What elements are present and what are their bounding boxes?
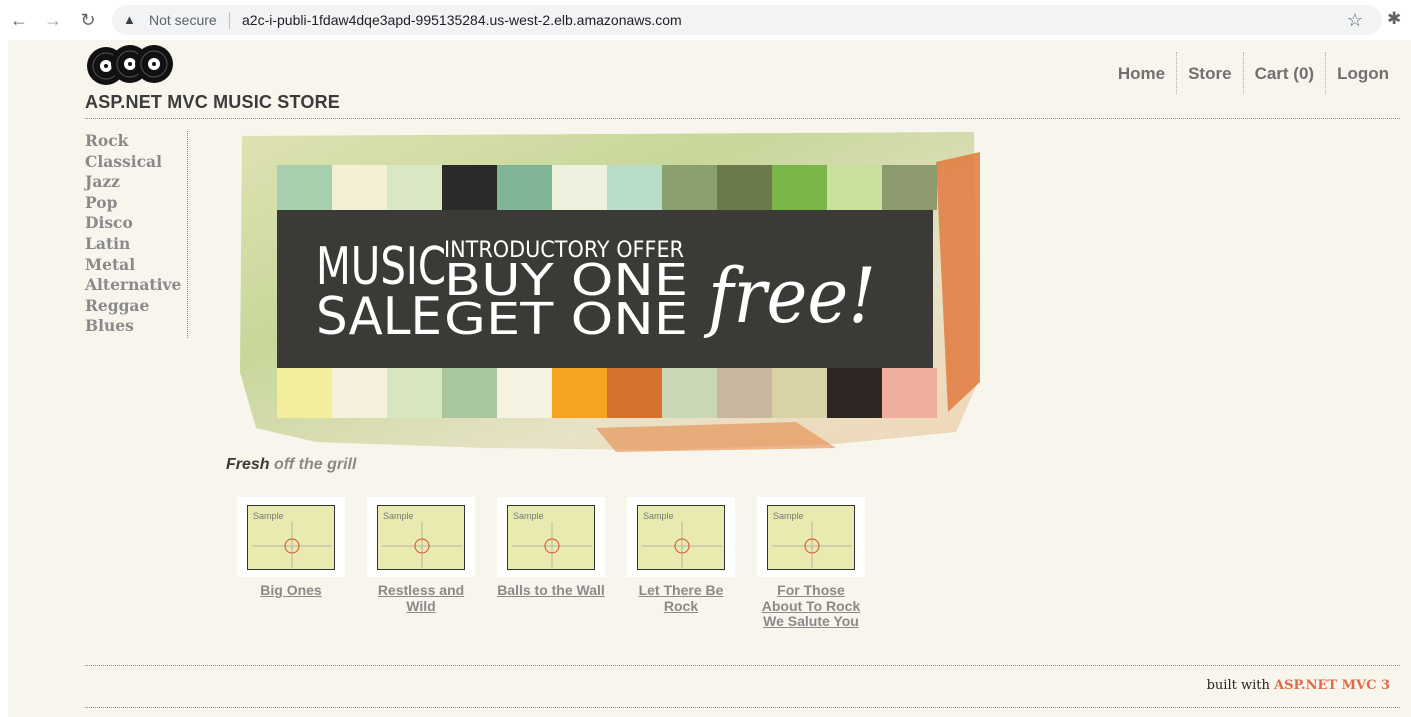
genre-link-reggae[interactable]: Reggae bbox=[85, 296, 187, 317]
warning-icon[interactable]: ▲ bbox=[123, 11, 136, 29]
album-cover-image[interactable]: Sample bbox=[377, 505, 465, 570]
genre-link-rock[interactable]: Rock bbox=[85, 131, 187, 152]
footer-divider-top bbox=[85, 665, 1400, 666]
crosshair-icon bbox=[772, 522, 852, 568]
url-text[interactable]: a2c-i-publi-1fdaw4dqe3apd-995135284.us-w… bbox=[242, 12, 682, 28]
album-item[interactable]: Sample Balls to the Wall bbox=[496, 497, 626, 630]
address-bar[interactable]: ▲ Not secure a2c-i-publi-1fdaw4dqe3apd-9… bbox=[112, 5, 1382, 35]
genre-link-blues[interactable]: Blues bbox=[85, 316, 187, 337]
footer-credit: built with ASP.NET MVC 3 bbox=[1207, 678, 1390, 693]
site-title: ASP.NET MVC MUSIC STORE bbox=[85, 92, 340, 112]
fresh-heading: Fresh off the grill bbox=[226, 456, 356, 474]
banner-free-script: free! bbox=[703, 251, 876, 340]
album-cover-frame[interactable]: Sample bbox=[367, 497, 475, 577]
banner-top-swatches bbox=[277, 165, 937, 210]
banner-bottom-swatches bbox=[277, 368, 937, 418]
album-item[interactable]: Sample Restless and Wild bbox=[366, 497, 496, 630]
genre-link-pop[interactable]: Pop bbox=[85, 193, 187, 214]
back-arrow-icon[interactable]: ← bbox=[8, 9, 30, 31]
genre-link-classical[interactable]: Classical bbox=[85, 152, 187, 173]
album-title-link[interactable]: Let There Be Rock bbox=[626, 582, 736, 614]
album-item[interactable]: Sample Let There Be Rock bbox=[626, 497, 756, 630]
album-title-link[interactable]: For Those About To Rock We Salute You bbox=[756, 582, 866, 630]
browser-toolbar: ← → ↻ ▲ Not secure a2c-i-publi-1fdaw4dqe… bbox=[0, 0, 1411, 40]
forward-arrow-icon[interactable]: → bbox=[42, 9, 64, 31]
album-cover-frame[interactable]: Sample bbox=[497, 497, 605, 577]
nav-cart-link[interactable]: Cart (0) bbox=[1242, 52, 1326, 94]
nav-home-link[interactable]: Home bbox=[1107, 52, 1176, 94]
fresh-heading-word: Fresh bbox=[226, 456, 270, 473]
album-cover-frame[interactable]: Sample bbox=[757, 497, 865, 577]
album-cover-image[interactable]: Sample bbox=[767, 505, 855, 570]
album-cover-image[interactable]: Sample bbox=[507, 505, 595, 570]
album-list: Sample Big Ones Sample Restless and Wild… bbox=[236, 497, 886, 630]
album-title-link[interactable]: Big Ones bbox=[236, 582, 346, 599]
album-cover-image[interactable]: Sample bbox=[637, 505, 725, 570]
banner-get-one-line: GET ONE bbox=[444, 294, 688, 345]
album-cover-frame[interactable]: Sample bbox=[237, 497, 345, 577]
address-separator bbox=[229, 12, 230, 29]
fresh-heading-rest: off the grill bbox=[274, 456, 357, 473]
footer-divider-bottom bbox=[85, 707, 1400, 708]
banner-sale-word: SALE bbox=[316, 287, 442, 347]
genre-link-jazz[interactable]: Jazz bbox=[85, 172, 187, 193]
crosshair-icon bbox=[642, 522, 722, 568]
promo-banner: MUSIC SALE INTRODUCTORY OFFER BUY ONE GE… bbox=[240, 132, 980, 452]
genre-link-metal[interactable]: Metal bbox=[85, 255, 187, 276]
genre-link-latin[interactable]: Latin bbox=[85, 234, 187, 255]
crosshair-icon bbox=[252, 522, 332, 568]
star-icon[interactable]: ☆ bbox=[1347, 10, 1363, 30]
footer-built-with: built with bbox=[1206, 678, 1270, 693]
security-label[interactable]: Not secure bbox=[149, 12, 217, 28]
album-item[interactable]: Sample Big Ones bbox=[236, 497, 366, 630]
album-item[interactable]: Sample For Those About To Rock We Salute… bbox=[756, 497, 886, 630]
album-cover-image[interactable]: Sample bbox=[247, 505, 335, 570]
genre-link-disco[interactable]: Disco bbox=[85, 213, 187, 234]
reload-icon[interactable]: ↻ bbox=[77, 9, 99, 31]
page-body: ASP.NET MVC MUSIC STORE Home Store Cart … bbox=[8, 40, 1411, 717]
extension-icon[interactable]: ✱ bbox=[1387, 9, 1401, 29]
vinyl-records-logo-icon[interactable] bbox=[86, 42, 174, 86]
footer-brand-link[interactable]: ASP.NET MVC 3 bbox=[1274, 678, 1390, 693]
header-divider bbox=[85, 118, 1400, 119]
album-title-link[interactable]: Balls to the Wall bbox=[496, 582, 606, 599]
crosshair-icon bbox=[512, 522, 592, 568]
genre-menu: Rock Classical Jazz Pop Disco Latin Meta… bbox=[85, 131, 188, 338]
genre-link-alternative[interactable]: Alternative bbox=[85, 275, 187, 296]
nav-logon-link[interactable]: Logon bbox=[1325, 52, 1400, 94]
album-title-link[interactable]: Restless and Wild bbox=[366, 582, 476, 614]
crosshair-icon bbox=[382, 522, 462, 568]
nav-store-link[interactable]: Store bbox=[1176, 52, 1242, 94]
main-nav: Home Store Cart (0) Logon bbox=[1107, 52, 1400, 94]
album-cover-frame[interactable]: Sample bbox=[627, 497, 735, 577]
